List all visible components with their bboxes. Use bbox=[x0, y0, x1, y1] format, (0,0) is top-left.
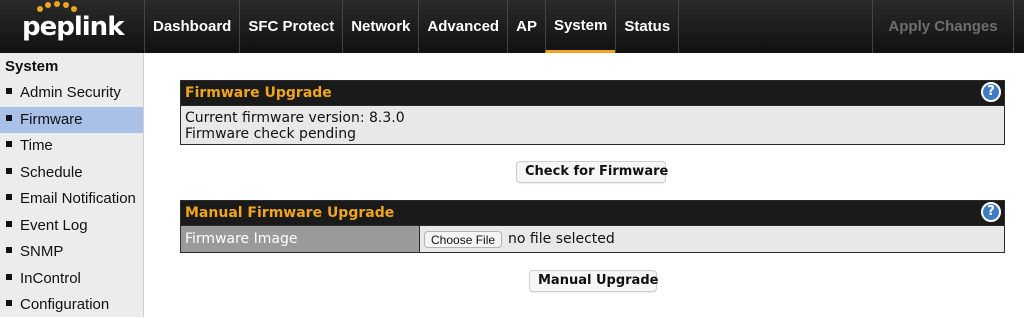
firmware-upgrade-panel: Firmware Upgrade ? Current firmware vers… bbox=[180, 80, 1005, 145]
sidebar-item-admin-security[interactable]: Admin Security bbox=[0, 80, 143, 107]
tab-advanced[interactable]: Advanced bbox=[418, 0, 507, 53]
sidebar-item-label: Time bbox=[20, 137, 53, 154]
sidebar-item-schedule[interactable]: Schedule bbox=[0, 160, 143, 187]
sidebar-item-configuration[interactable]: Configuration bbox=[0, 292, 143, 319]
sidebar-item-label: Email Notification bbox=[20, 190, 136, 207]
current-firmware-version: Current firmware version: 8.3.0 bbox=[185, 110, 405, 126]
help-icon[interactable]: ? bbox=[981, 202, 1001, 222]
sidebar-item-label: InControl bbox=[20, 269, 81, 287]
bullet-icon bbox=[6, 273, 12, 280]
sidebar-item-label: Admin Security bbox=[20, 84, 121, 101]
tab-status[interactable]: Status bbox=[615, 0, 680, 53]
firmware-image-row: Firmware Image Choose File no file selec… bbox=[181, 226, 1004, 252]
tab-system[interactable]: System bbox=[544, 0, 616, 53]
manual-upgrade-button[interactable]: Manual Upgrade bbox=[529, 270, 658, 292]
bullet-icon bbox=[6, 114, 12, 121]
sidebar-title: System bbox=[5, 58, 59, 75]
panel-header: Firmware Upgrade ? bbox=[181, 81, 1004, 106]
sidebar-item-incontrol[interactable]: InControl bbox=[0, 266, 143, 293]
sidebar-item-label: Event Log bbox=[20, 216, 88, 234]
top-navigation-bar: peplink Dashboard SFC Protect Network Ad… bbox=[0, 0, 1024, 53]
tab-ap[interactable]: AP bbox=[507, 0, 545, 53]
tab-dashboard[interactable]: Dashboard bbox=[144, 0, 239, 53]
panel-title: Firmware Upgrade bbox=[185, 85, 332, 101]
choose-file-button[interactable]: Choose File bbox=[424, 230, 503, 248]
sidebar-item-label: Firmware bbox=[20, 110, 83, 128]
bullet-icon bbox=[6, 194, 12, 201]
firmware-info: Current firmware version: 8.3.0 Firmware… bbox=[181, 106, 1004, 146]
sidebar-item-snmp[interactable]: SNMP bbox=[0, 239, 143, 266]
bullet-icon bbox=[6, 247, 12, 254]
peplink-logo[interactable]: peplink bbox=[0, 0, 144, 53]
logo-text: peplink bbox=[22, 12, 124, 42]
sidebar-item-time[interactable]: Time bbox=[0, 133, 143, 160]
panel-title: Manual Firmware Upgrade bbox=[185, 205, 395, 221]
sidebar-item-email-notification[interactable]: Email Notification bbox=[0, 186, 143, 213]
tab-network[interactable]: Network bbox=[342, 0, 418, 53]
bullet-icon bbox=[6, 167, 12, 174]
check-for-firmware-button[interactable]: Check for Firmware bbox=[516, 161, 668, 183]
firmware-image-field: Choose File no file selected bbox=[420, 226, 1004, 252]
bullet-icon bbox=[6, 220, 12, 227]
sidebar: System Admin Security Firmware Time Sche… bbox=[0, 53, 144, 317]
sidebar-item-label: Configuration bbox=[20, 296, 110, 313]
bullet-icon bbox=[6, 141, 12, 148]
bullet-icon bbox=[6, 88, 12, 95]
bullet-icon bbox=[6, 300, 12, 307]
firmware-check-status: Firmware check pending bbox=[185, 126, 356, 142]
tab-sfc-protect[interactable]: SFC Protect bbox=[239, 0, 342, 53]
sidebar-item-event-log[interactable]: Event Log bbox=[0, 213, 143, 240]
sidebar-item-label: Schedule bbox=[20, 163, 83, 181]
firmware-image-label: Firmware Image bbox=[181, 226, 420, 252]
sidebar-item-firmware[interactable]: Firmware bbox=[0, 106, 143, 133]
apply-changes-button[interactable]: Apply Changes bbox=[872, 0, 1014, 53]
panel-header: Manual Firmware Upgrade ? bbox=[181, 201, 1004, 226]
file-status-text: no file selected bbox=[508, 231, 615, 247]
sidebar-item-label: SNMP bbox=[20, 243, 64, 260]
main-nav-tabs: Dashboard SFC Protect Network Advanced A… bbox=[144, 0, 680, 53]
help-icon[interactable]: ? bbox=[981, 82, 1001, 102]
manual-firmware-upgrade-panel: Manual Firmware Upgrade ? Firmware Image… bbox=[180, 200, 1005, 253]
